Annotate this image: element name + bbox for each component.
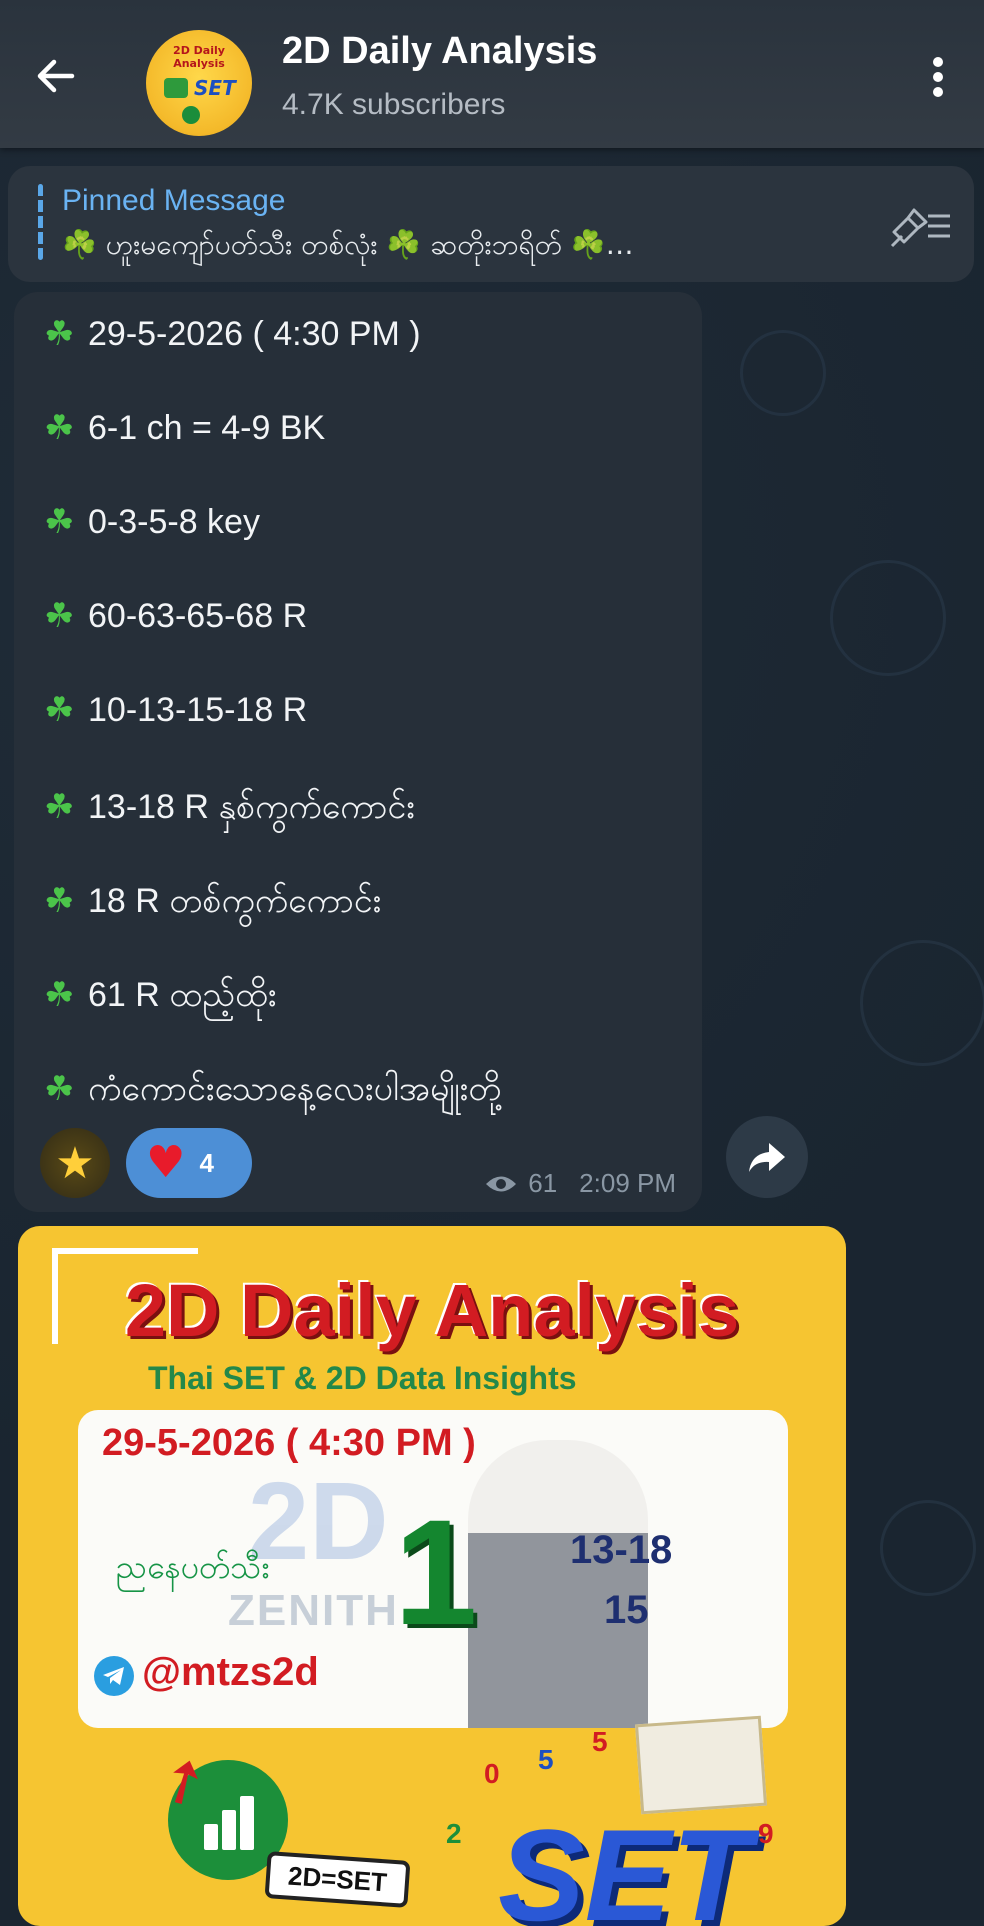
message-time: 2:09 PM	[579, 1168, 676, 1198]
floating-digit: 5	[592, 1726, 608, 1757]
channel-avatar[interactable]: 2D Daily Analysis SET	[146, 30, 252, 136]
card-number-2: 15	[604, 1588, 649, 1632]
clover-icon: ☘	[44, 409, 75, 447]
twod-set-badge: 2D=SET	[264, 1851, 411, 1908]
photo-subtitle: Thai SET & 2D Data Insights	[148, 1360, 577, 1396]
more-options-button[interactable]	[920, 52, 956, 102]
clover-icon: ☘	[44, 691, 75, 729]
message-line-text: 6-1 ch = 4-9 BK	[88, 409, 326, 447]
photo-message[interactable]: 2D Daily Analysis Thai SET & 2D Data Ins…	[18, 1226, 846, 1926]
star-reaction[interactable]: ★	[40, 1128, 110, 1198]
set-logo: SET	[498, 1802, 751, 1926]
eye-icon	[486, 1176, 517, 1191]
message-line: ☘ 29-5-2026 ( 4:30 PM )	[44, 314, 421, 354]
message-line: ☘ 13-18 R နှစ်ကွက်ကောင်း	[44, 784, 415, 835]
more-vertical-icon	[933, 57, 943, 67]
avatar-title: 2D Daily Analysis	[173, 44, 225, 70]
star-icon: ★	[55, 1137, 95, 1189]
message-line-text: 29-5-2026 ( 4:30 PM )	[88, 315, 421, 353]
background-doodle	[860, 940, 984, 1066]
clover-icon: ☘	[44, 882, 75, 920]
message-line: ☘ 10-13-15-18 R	[44, 690, 307, 730]
pinned-indicator	[38, 184, 43, 260]
share-button[interactable]	[726, 1116, 808, 1198]
prediction-card: 2D ZENITH 1 29-5-2026 ( 4:30 PM ) ညနေပတ်…	[78, 1410, 788, 1728]
message-line-text: 13-18 R နှစ်ကွက်ကောင်း	[88, 788, 415, 826]
dot-icon	[182, 106, 200, 124]
card-label: ညနေပတ်သီး	[116, 1548, 270, 1586]
heart-reaction-count: 4	[199, 1147, 214, 1178]
pinned-title: Pinned Message	[62, 184, 286, 217]
message-meta: 61 2:09 PM	[484, 1168, 676, 1199]
heart-reaction[interactable]: ♥ 4	[126, 1128, 252, 1198]
floating-digit: 5	[538, 1744, 554, 1775]
card-number-1: 13-18	[570, 1528, 673, 1572]
avatar-set: SET	[194, 76, 236, 100]
more-vertical-icon	[933, 87, 943, 97]
chat-header: 2D Daily Analysis SET 2D Daily Analysis …	[0, 0, 984, 148]
channel-title[interactable]: 2D Daily Analysis	[282, 30, 597, 73]
pinned-text: ☘️ ဟူးမကျော်ပတ်သီး တစ်လုံး ☘️ ဆတိုးဘရိတ်…	[62, 228, 634, 261]
pinned-message-bar[interactable]: Pinned Message ☘️ ဟူးမကျော်ပတ်သီး တစ်လုံ…	[8, 166, 974, 282]
background-doodle	[740, 330, 826, 416]
background-doodle	[880, 1500, 976, 1596]
message-line: ☘ 61 R ထည့်ထိုး	[44, 972, 277, 1023]
floating-digit: 0	[484, 1758, 500, 1789]
big-number: 1	[394, 1488, 478, 1656]
clover-icon: ☘	[44, 1070, 75, 1108]
chart-icon	[164, 78, 188, 98]
clover-icon: ☘	[44, 315, 75, 353]
back-button[interactable]	[28, 48, 84, 104]
telegram-handle: @mtzs2d	[142, 1650, 319, 1694]
background-doodle	[830, 560, 946, 676]
clover-icon: ☘	[44, 503, 75, 541]
clover-icon: ☘	[44, 976, 75, 1014]
message-line: ☘ 0-3-5-8 key	[44, 502, 260, 542]
message-line: ☘ ကံကောင်းသောနေ့လေးပါအမျိုးတို့	[44, 1066, 501, 1117]
card-date: 29-5-2026 ( 4:30 PM )	[102, 1422, 476, 1464]
more-vertical-icon	[933, 72, 943, 82]
arrow-left-icon	[37, 59, 75, 93]
floating-digit: 9	[758, 1818, 774, 1849]
clover-icon: ☘	[44, 788, 75, 826]
message-bubble[interactable]: ☘ 29-5-2026 ( 4:30 PM ) ☘ 6-1 ch = 4-9 BK …	[14, 292, 702, 1212]
message-line-text: 61 R ထည့်ထိုး	[88, 976, 277, 1014]
heart-icon: ♥	[146, 1137, 186, 1188]
clover-icon: ☘	[44, 597, 75, 635]
presenter-image	[468, 1440, 648, 1728]
message-line: ☘ 6-1 ch = 4-9 BK	[44, 408, 325, 448]
floating-digit: 2	[446, 1818, 462, 1849]
message-line-text: 0-3-5-8 key	[88, 503, 260, 541]
view-count: 61	[528, 1168, 558, 1198]
share-icon	[749, 1143, 785, 1172]
message-line-text: 60-63-65-68 R	[88, 597, 308, 635]
message-line: ☘ 60-63-65-68 R	[44, 596, 307, 636]
subscriber-count: 4.7K subscribers	[282, 88, 506, 121]
telegram-icon	[94, 1656, 134, 1696]
message-line: ☘ 18 R တစ်ကွက်ကောင်း	[44, 878, 381, 929]
pinned-list-icon[interactable]	[888, 202, 952, 248]
photo-title: 2D Daily Analysis	[124, 1269, 740, 1352]
message-line-text: ကံကောင်းသောနေ့လေးပါအမျိုးတို့	[88, 1070, 502, 1108]
message-line-text: 10-13-15-18 R	[88, 691, 308, 729]
message-line-text: 18 R တစ်ကွက်ကောင်း	[88, 882, 382, 920]
